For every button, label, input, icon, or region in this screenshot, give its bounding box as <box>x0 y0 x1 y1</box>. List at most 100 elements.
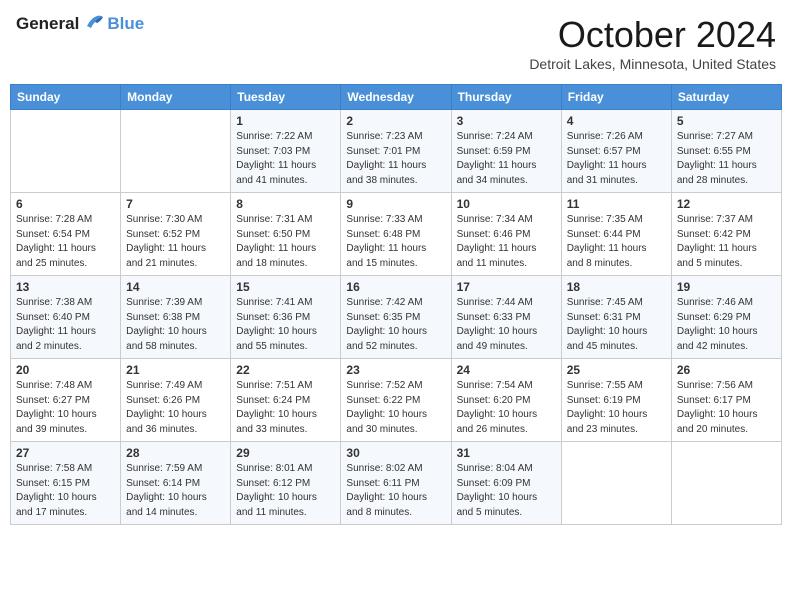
calendar-week-row: 6 Sunrise: 7:28 AM Sunset: 6:54 PM Daylig… <box>11 193 782 276</box>
calendar-cell: 12 Sunrise: 7:37 AM Sunset: 6:42 PM Dayli… <box>671 193 781 276</box>
day-number: 10 <box>457 197 556 211</box>
day-info: Sunrise: 7:33 AM Sunset: 6:48 PM Dayligh… <box>346 213 445 271</box>
calendar-cell: 29 Sunrise: 8:01 AM Sunset: 6:12 PM Dayli… <box>231 442 341 525</box>
day-info: Sunrise: 7:51 AM Sunset: 6:24 PM Dayligh… <box>236 379 335 437</box>
day-info: Sunrise: 7:48 AM Sunset: 6:27 PM Dayligh… <box>16 379 115 437</box>
day-info: Sunrise: 7:44 AM Sunset: 6:33 PM Dayligh… <box>457 296 556 354</box>
day-number: 12 <box>677 197 776 211</box>
day-number: 4 <box>567 114 666 128</box>
title-block: October 2024 Detroit Lakes, Minnesota, U… <box>529 14 776 72</box>
calendar-cell: 6 Sunrise: 7:28 AM Sunset: 6:54 PM Daylig… <box>11 193 121 276</box>
day-info: Sunrise: 8:02 AM Sunset: 6:11 PM Dayligh… <box>346 462 445 520</box>
day-info: Sunrise: 7:28 AM Sunset: 6:54 PM Dayligh… <box>16 213 115 271</box>
day-number: 27 <box>16 446 115 460</box>
day-number: 29 <box>236 446 335 460</box>
day-info: Sunrise: 7:22 AM Sunset: 7:03 PM Dayligh… <box>236 130 335 188</box>
calendar-cell <box>11 110 121 193</box>
day-info: Sunrise: 7:39 AM Sunset: 6:38 PM Dayligh… <box>126 296 225 354</box>
day-info: Sunrise: 7:38 AM Sunset: 6:40 PM Dayligh… <box>16 296 115 354</box>
calendar-cell: 27Sunrise: 7:58 AM Sunset: 6:15 PM Dayli… <box>11 442 121 525</box>
calendar-cell: 15 Sunrise: 7:41 AM Sunset: 6:36 PM Dayli… <box>231 276 341 359</box>
calendar-cell: 26 Sunrise: 7:56 AM Sunset: 6:17 PM Dayli… <box>671 359 781 442</box>
day-info: Sunrise: 7:56 AM Sunset: 6:17 PM Dayligh… <box>677 379 776 437</box>
day-number: 16 <box>346 280 445 294</box>
day-info: Sunrise: 7:49 AM Sunset: 6:26 PM Dayligh… <box>126 379 225 437</box>
calendar-cell: 11Sunrise: 7:35 AM Sunset: 6:44 PM Dayli… <box>561 193 671 276</box>
day-number: 15 <box>236 280 335 294</box>
calendar-cell: 8Sunrise: 7:31 AM Sunset: 6:50 PM Daylig… <box>231 193 341 276</box>
day-info: Sunrise: 7:55 AM Sunset: 6:19 PM Dayligh… <box>567 379 666 437</box>
day-info: Sunrise: 7:34 AM Sunset: 6:46 PM Dayligh… <box>457 213 556 271</box>
day-info: Sunrise: 7:46 AM Sunset: 6:29 PM Dayligh… <box>677 296 776 354</box>
calendar-cell: 19 Sunrise: 7:46 AM Sunset: 6:29 PM Dayli… <box>671 276 781 359</box>
calendar-cell: 17 Sunrise: 7:44 AM Sunset: 6:33 PM Dayli… <box>451 276 561 359</box>
day-number: 22 <box>236 363 335 377</box>
calendar-cell: 7 Sunrise: 7:30 AM Sunset: 6:52 PM Daylig… <box>121 193 231 276</box>
calendar-cell: 4 Sunrise: 7:26 AM Sunset: 6:57 PM Daylig… <box>561 110 671 193</box>
weekday-header-tuesday: Tuesday <box>231 85 341 110</box>
day-number: 20 <box>16 363 115 377</box>
day-number: 3 <box>457 114 556 128</box>
calendar-week-row: 20 Sunrise: 7:48 AM Sunset: 6:27 PM Dayli… <box>11 359 782 442</box>
calendar-cell: 3 Sunrise: 7:24 AM Sunset: 6:59 PM Daylig… <box>451 110 561 193</box>
day-number: 26 <box>677 363 776 377</box>
day-number: 18 <box>567 280 666 294</box>
calendar-cell: 14 Sunrise: 7:39 AM Sunset: 6:38 PM Dayli… <box>121 276 231 359</box>
day-info: Sunrise: 7:41 AM Sunset: 6:36 PM Dayligh… <box>236 296 335 354</box>
day-info: Sunrise: 7:37 AM Sunset: 6:42 PM Dayligh… <box>677 213 776 271</box>
day-info: Sunrise: 7:30 AM Sunset: 6:52 PM Dayligh… <box>126 213 225 271</box>
day-number: 31 <box>457 446 556 460</box>
day-number: 24 <box>457 363 556 377</box>
calendar-cell: 9 Sunrise: 7:33 AM Sunset: 6:48 PM Daylig… <box>341 193 451 276</box>
day-info: Sunrise: 7:45 AM Sunset: 6:31 PM Dayligh… <box>567 296 666 354</box>
calendar-cell: 24 Sunrise: 7:54 AM Sunset: 6:20 PM Dayli… <box>451 359 561 442</box>
calendar-cell <box>121 110 231 193</box>
day-info: Sunrise: 7:54 AM Sunset: 6:20 PM Dayligh… <box>457 379 556 437</box>
day-number: 28 <box>126 446 225 460</box>
calendar-cell: 5 Sunrise: 7:27 AM Sunset: 6:55 PM Daylig… <box>671 110 781 193</box>
day-number: 21 <box>126 363 225 377</box>
calendar-cell: 1 Sunrise: 7:22 AM Sunset: 7:03 PM Daylig… <box>231 110 341 193</box>
logo-blue-text: Blue <box>107 14 144 34</box>
weekday-header-sunday: Sunday <box>11 85 121 110</box>
day-info: Sunrise: 8:01 AM Sunset: 6:12 PM Dayligh… <box>236 462 335 520</box>
day-number: 17 <box>457 280 556 294</box>
logo: General Blue <box>16 14 144 34</box>
calendar-cell: 16 Sunrise: 7:42 AM Sunset: 6:35 PM Dayli… <box>341 276 451 359</box>
calendar-cell: 21 Sunrise: 7:49 AM Sunset: 6:26 PM Dayli… <box>121 359 231 442</box>
calendar-cell: 2 Sunrise: 7:23 AM Sunset: 7:01 PM Daylig… <box>341 110 451 193</box>
day-number: 14 <box>126 280 225 294</box>
calendar-cell: 28 Sunrise: 7:59 AM Sunset: 6:14 PM Dayli… <box>121 442 231 525</box>
calendar-cell: 10 Sunrise: 7:34 AM Sunset: 6:46 PM Dayli… <box>451 193 561 276</box>
calendar-cell: 13 Sunrise: 7:38 AM Sunset: 6:40 PM Dayli… <box>11 276 121 359</box>
day-info: Sunrise: 7:27 AM Sunset: 6:55 PM Dayligh… <box>677 130 776 188</box>
day-number: 9 <box>346 197 445 211</box>
month-title: October 2024 <box>529 14 776 56</box>
calendar-cell: 20 Sunrise: 7:48 AM Sunset: 6:27 PM Dayli… <box>11 359 121 442</box>
weekday-header-thursday: Thursday <box>451 85 561 110</box>
day-info: Sunrise: 7:59 AM Sunset: 6:14 PM Dayligh… <box>126 462 225 520</box>
calendar-cell <box>671 442 781 525</box>
day-info: Sunrise: 7:23 AM Sunset: 7:01 PM Dayligh… <box>346 130 445 188</box>
weekday-header-monday: Monday <box>121 85 231 110</box>
day-number: 8 <box>236 197 335 211</box>
weekday-header-friday: Friday <box>561 85 671 110</box>
day-number: 7 <box>126 197 225 211</box>
calendar-week-row: 13 Sunrise: 7:38 AM Sunset: 6:40 PM Dayli… <box>11 276 782 359</box>
day-info: Sunrise: 7:24 AM Sunset: 6:59 PM Dayligh… <box>457 130 556 188</box>
day-number: 2 <box>346 114 445 128</box>
day-number: 25 <box>567 363 666 377</box>
day-number: 1 <box>236 114 335 128</box>
day-number: 11 <box>567 197 666 211</box>
day-number: 5 <box>677 114 776 128</box>
calendar-table: SundayMondayTuesdayWednesdayThursdayFrid… <box>10 84 782 525</box>
calendar-week-row: 27Sunrise: 7:58 AM Sunset: 6:15 PM Dayli… <box>11 442 782 525</box>
weekday-header-row: SundayMondayTuesdayWednesdayThursdayFrid… <box>11 85 782 110</box>
day-number: 13 <box>16 280 115 294</box>
weekday-header-saturday: Saturday <box>671 85 781 110</box>
day-number: 19 <box>677 280 776 294</box>
calendar-cell: 23Sunrise: 7:52 AM Sunset: 6:22 PM Dayli… <box>341 359 451 442</box>
day-info: Sunrise: 7:26 AM Sunset: 6:57 PM Dayligh… <box>567 130 666 188</box>
day-info: Sunrise: 7:42 AM Sunset: 6:35 PM Dayligh… <box>346 296 445 354</box>
day-number: 6 <box>16 197 115 211</box>
